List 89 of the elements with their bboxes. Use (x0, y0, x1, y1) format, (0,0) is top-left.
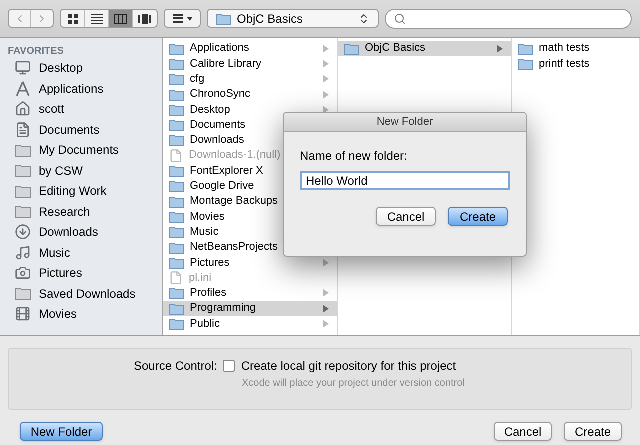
file-icon (169, 148, 183, 163)
folder-icon (169, 196, 184, 208)
file-row[interactable]: Programming (163, 301, 337, 316)
grid-icon (66, 12, 80, 24)
file-row[interactable]: ChronoSync (163, 86, 337, 102)
file-row[interactable]: math tests (512, 41, 639, 56)
sidebar-item[interactable]: Documents (0, 120, 162, 140)
monitor-icon (15, 60, 31, 76)
hint-text: Xcode will place your project under version control (242, 377, 465, 391)
folder-icon (518, 58, 533, 70)
new-folder-button[interactable]: New Folder (20, 422, 103, 441)
folder-icon (169, 42, 184, 55)
create-button[interactable]: Create (448, 207, 508, 226)
folder-icon (169, 119, 184, 132)
document-icon (15, 122, 31, 138)
music-note-icon (15, 244, 31, 261)
folder-icon (169, 104, 184, 116)
sidebar-item[interactable]: Saved Downloads (0, 284, 162, 304)
view-mode-button[interactable] (109, 10, 133, 27)
sidebar-item[interactable]: Movies (0, 304, 162, 324)
camera-icon (15, 265, 31, 282)
file-row[interactable]: Profiles (163, 286, 337, 302)
folder-icon (518, 42, 533, 55)
file-row[interactable]: printf tests (512, 56, 639, 72)
checkbox-label: Create local git repository for this project (241, 358, 456, 375)
search-field[interactable] (385, 8, 632, 28)
folder-icon (15, 184, 31, 198)
folder-icon (169, 73, 184, 86)
dialog-prompt: Name of new folder: (300, 148, 408, 165)
disclosure-arrow-icon (323, 258, 329, 267)
folder-icon (169, 226, 184, 238)
folder-icon (169, 242, 184, 254)
folder-icon (15, 287, 31, 300)
film-icon (15, 306, 31, 322)
folder-name-field[interactable]: Hello World (300, 171, 510, 190)
file-row[interactable]: Calibre Library (163, 56, 337, 72)
sidebar-item[interactable]: Downloads (0, 222, 162, 242)
folder-icon (169, 88, 184, 101)
file-row[interactable]: Applications (163, 41, 337, 56)
file-icon (169, 271, 183, 286)
folder-icon (216, 12, 231, 24)
folder-icon (169, 256, 184, 269)
git-checkbox[interactable] (223, 360, 236, 372)
file-row[interactable]: Downloads (163, 132, 337, 148)
source-control-label: Source Control: (134, 358, 218, 375)
caret-icon (186, 16, 192, 20)
sidebar-item[interactable]: by CSW (0, 160, 162, 181)
folder-icon (15, 164, 31, 178)
create-button[interactable]: Create (564, 422, 622, 441)
sidebar-item[interactable]: Editing Work (0, 181, 162, 202)
folder-icon (344, 42, 359, 55)
dialog-title: New Folder (284, 113, 526, 132)
file-row[interactable]: Public (163, 316, 337, 332)
folder-icon (15, 205, 31, 218)
coverflow-icon (138, 12, 152, 24)
folder-icon (169, 210, 184, 223)
file-row[interactable]: Movies (163, 209, 337, 225)
list-icon (90, 12, 104, 24)
folder-icon (169, 180, 184, 192)
cancel-button[interactable]: Cancel (494, 422, 552, 441)
sidebar-item[interactable]: Desktop (0, 58, 162, 78)
download-icon (15, 224, 31, 240)
sidebar-item[interactable]: scott (0, 99, 162, 120)
stepper-icon (358, 12, 370, 24)
folder-icon (169, 165, 184, 178)
file-row[interactable]: ObjC Basics (338, 41, 511, 56)
sidebar-item[interactable]: Applications (0, 78, 162, 99)
sidebar-item[interactable]: Pictures (0, 263, 162, 284)
sidebar-item[interactable]: Music (0, 242, 162, 263)
arrange-button[interactable] (164, 9, 201, 28)
file-row[interactable]: Pictures (163, 255, 337, 270)
folder-icon (169, 134, 184, 146)
file-row[interactable]: Montage Backups (163, 194, 337, 210)
file-row[interactable]: NetBeansProjects (163, 240, 337, 256)
sidebar-heading: FAVORITES (7, 45, 65, 58)
home-icon (15, 101, 31, 118)
disclosure-arrow-icon (497, 44, 503, 53)
folder-icon (15, 144, 31, 157)
sidebar-item[interactable]: My Documents (0, 140, 162, 160)
folder-icon (169, 302, 184, 315)
columns-icon (114, 12, 128, 24)
file-row[interactable]: cfg (163, 72, 337, 87)
search-icon (394, 12, 406, 24)
folder-icon (169, 58, 184, 70)
file-row[interactable]: Music (163, 224, 337, 240)
cancel-button[interactable]: Cancel (376, 207, 436, 226)
sidebar-item[interactable]: Research (0, 202, 162, 222)
path-popup[interactable]: ObjC Basics (207, 9, 379, 28)
arrange-icon (172, 14, 182, 23)
